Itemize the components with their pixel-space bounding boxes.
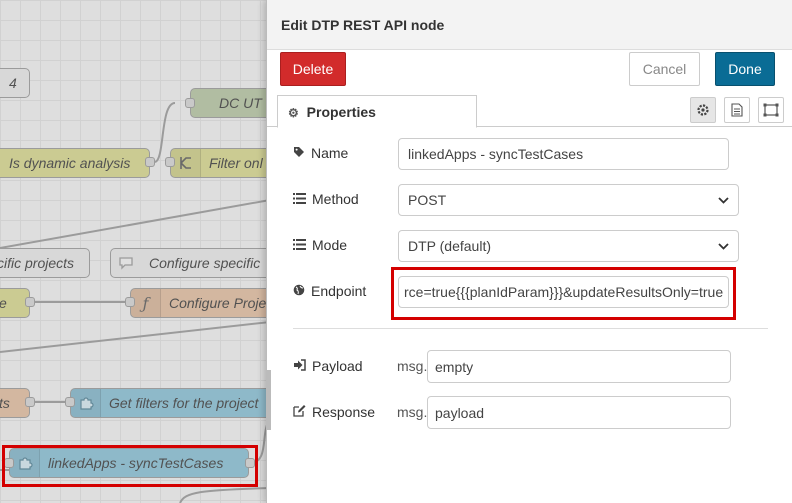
globe-icon [293,283,305,299]
node-label: Configure Proje [169,295,267,311]
edit-icon [293,404,306,420]
node-label: Configure specific [149,255,261,271]
gear-icon: ⚙ [288,106,299,120]
payload-label-text: Payload [312,358,363,374]
edit-tray: Edit DTP REST API node Delete Cancel Don… [266,0,792,503]
section-divider [293,328,768,329]
canvas-node-configure-project[interactable]: ƒ Configure Proje [130,288,270,318]
appearance-icon[interactable] [758,97,784,123]
canvas-node-specific-projects[interactable]: cific projects [0,248,90,278]
canvas-node-get-filters[interactable]: Get filters for the project [70,388,270,418]
node-input-port[interactable] [125,297,135,307]
node-label: e [0,295,15,311]
chevron-down-icon [718,239,729,253]
delete-button[interactable]: Delete [280,52,346,86]
node-label: Filter onl [209,155,263,171]
node-input-port[interactable] [65,397,75,407]
node-label: ts [0,395,10,411]
highlight-box-node [2,445,258,487]
cancel-button[interactable]: Cancel [629,52,700,86]
chevron-down-icon [718,193,729,207]
mode-label: Mode [293,237,347,253]
name-input[interactable]: linkedApps - syncTestCases [398,138,729,170]
puzzle-icon [71,389,101,417]
tray-resize-handle[interactable] [266,370,271,430]
sign-in-icon [293,358,306,374]
payload-input[interactable]: empty [427,350,731,383]
node-output-port[interactable] [25,297,35,307]
node-output-port[interactable] [145,157,155,167]
highlight-box-endpoint [391,267,736,320]
function-icon: ƒ [131,289,161,317]
list-icon [293,191,306,207]
endpoint-label-text: Endpoint [311,283,367,299]
tray-title: Edit DTP REST API node [267,0,792,50]
method-select[interactable]: POST [398,184,739,216]
document-icon[interactable] [724,97,750,123]
payload-msg-prefix: msg. [397,358,428,374]
payload-label: Payload [293,358,363,374]
switch-icon [171,149,201,177]
node-input-port[interactable] [185,98,195,108]
node-label: cific projects [0,255,75,271]
canvas-node-filter-only[interactable]: Filter onl [170,148,270,178]
tab-label: Properties [306,104,376,120]
node-output-port[interactable] [25,397,35,407]
endpoint-label: Endpoint [293,283,366,299]
canvas-node-dc-ut[interactable]: DC UT [190,88,270,118]
mode-select[interactable]: DTP (default) [398,230,739,262]
gear-icon[interactable] [690,97,716,123]
name-label-text: Name [311,145,349,161]
response-input[interactable]: payload [427,396,731,429]
response-msg-prefix: msg. [397,404,428,420]
canvas-node-is-dynamic-analysis[interactable]: Is dynamic analysis [0,148,150,178]
method-value: POST [408,192,447,208]
node-input-port[interactable] [165,157,175,167]
tray-tab-strip: ⚙ Properties [267,93,792,128]
canvas-node-4[interactable]: 4 [0,68,30,98]
response-label: Response [293,404,375,420]
flow-canvas[interactable]: 4 DC UT Is dynamic analysis Filter onl c… [0,0,270,503]
mode-label-text: Mode [312,237,348,253]
node-label: Is dynamic analysis [9,155,131,171]
list-icon [293,237,306,253]
method-label: Method [293,191,359,207]
done-button[interactable]: Done [715,52,775,86]
canvas-node-configure-specific[interactable]: Configure specific [110,248,270,278]
tag-icon [293,146,305,161]
node-label: DC UT [219,95,262,111]
comment-icon [111,249,141,277]
mode-value: DTP (default) [408,238,491,254]
node-label: Get filters for the project [109,395,259,411]
response-label-text: Response [312,404,376,420]
tab-properties[interactable]: ⚙ Properties [277,95,477,128]
node-label: 4 [9,75,17,91]
method-label-text: Method [312,191,359,207]
name-label: Name [293,145,348,161]
